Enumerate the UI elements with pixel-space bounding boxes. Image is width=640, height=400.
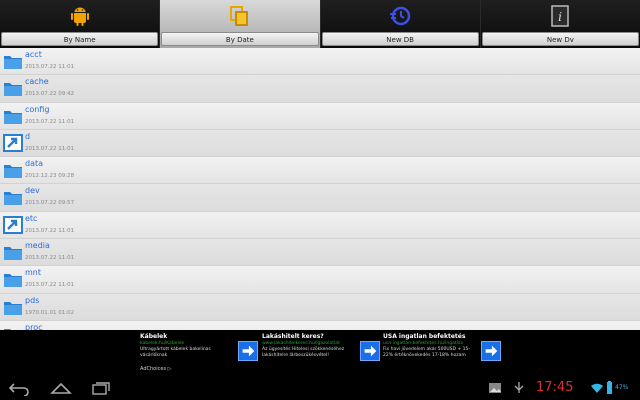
tab-label: New Dv [481,32,639,46]
folder-icon [4,274,22,288]
link-icon [3,215,23,234]
folder-icon [4,56,22,69]
file-row[interactable]: mnt 2013.07.22 11:01 [0,266,640,294]
file-row[interactable]: pds 1970.01.01 01:02 [0,293,640,321]
tab-label: By Name [1,32,159,46]
ad-description: Ultragyártott kábelek bakelinas vásárlók… [140,347,211,358]
file-date: 2013.07.22 11:01 [25,145,75,152]
file-date: 2013.07.22 09:57 [25,200,75,207]
ad-item[interactable]: Lakáshitelt keres? www.lakashitelkeres.h… [262,333,380,371]
usb-icon [514,382,524,393]
info-icon: i [551,5,570,27]
file-date: 2012.12.23 09:28 [25,173,75,180]
link-icon [3,133,23,152]
file-date: 2013.07.22 11:01 [25,255,75,262]
battery-percent: 47% [615,384,629,391]
adchoices-link[interactable]: AdChoices ▷ [140,366,171,372]
file-list: acct 2013.07.22 11:01 cache 2013.07.22 09:4… [0,48,640,330]
ad-item[interactable]: USA ingatlan befektetés usa-ingatlan-bef… [383,333,501,371]
ad-url: www.lakashitelkeres.hu/lgazolatlat [262,341,340,346]
ad-title: Kábelek [140,333,168,340]
back-icon[interactable] [8,380,30,396]
sort-tab-bar: By Name By Date New DB i New Dv [0,0,640,48]
tab-new-db[interactable]: New DB [320,0,481,48]
android-icon [70,7,89,26]
tab-new-dv[interactable]: i New Dv [480,0,640,48]
folder-icon [4,192,22,206]
tab-by-name[interactable]: By Name [0,0,161,48]
ad-title: USA ingatlan befektetés [383,333,466,340]
file-name: dev [25,186,40,196]
file-row[interactable]: dev 2013.07.22 09:57 [0,184,640,212]
file-row[interactable]: config 2013.07.22 11:01 [0,102,640,130]
folder-icon [4,247,22,261]
file-row[interactable]: cache 2013.07.22 09:42 [0,75,640,103]
history-icon [390,6,411,26]
file-name: acct [25,50,42,59]
file-date: 2013.07.22 11:01 [25,64,75,70]
wifi-icon [591,383,603,393]
recent-apps-icon[interactable] [90,380,112,396]
file-name: data [25,159,44,169]
battery-icon [607,381,612,394]
ad-title: Lakáshitelt keres? [262,333,324,340]
tab-label: By Date [161,32,319,46]
file-row[interactable]: proc [0,320,640,330]
tab-label: New DB [321,32,479,46]
arrow-right-icon[interactable] [481,341,501,361]
file-row[interactable]: data 2012.12.23 09:28 [0,157,640,185]
ad-description: Fix havi jövedelem akár 500USD + 15-22% … [383,347,470,358]
file-name: config [25,104,50,114]
file-date: 2013.07.22 09:42 [25,91,75,98]
file-name: cache [25,77,49,87]
file-name: etc [25,213,38,223]
system-bar: 17:45 47% [0,376,640,400]
folder-icon [4,83,22,97]
copy-icon [229,6,248,26]
arrow-right-icon[interactable] [238,341,258,361]
file-row[interactable]: d 2013.07.22 11:01 [0,129,640,158]
file-row[interactable]: media 2013.07.22 11:01 [0,239,640,267]
status-clock: 17:45 [536,380,574,395]
ad-banner: Kábelek kabelek.hu/Kabelek Ultragyártott… [0,330,640,376]
file-date: 2013.07.22 11:01 [25,118,75,125]
file-date: 2013.07.22 11:01 [25,282,75,289]
ad-description: Az ügyesítés Hitelesi szökkenéséhez laká… [262,347,345,358]
file-name: pds [25,295,40,305]
folder-icon [4,165,22,179]
tab-by-date[interactable]: By Date [160,0,321,48]
home-icon[interactable] [50,380,72,396]
gallery-icon [489,383,501,393]
file-name: mnt [25,268,41,278]
arrow-right-icon[interactable] [360,341,380,361]
file-date: 1970.01.01 01:02 [25,309,75,316]
svg-text:i: i [558,10,562,24]
file-date: 2013.07.22 11:01 [25,227,75,234]
folder-icon [4,110,22,124]
ad-url: usa-ingatlan-befektetes.hu/ingatlan [383,341,464,346]
file-row[interactable]: acct 2013.07.22 11:01 [0,48,640,76]
file-name: media [25,241,50,251]
file-name: d [25,131,31,141]
file-name: proc [25,322,43,330]
file-row[interactable]: etc 2013.07.22 11:01 [0,211,640,240]
ad-url: kabelek.hu/Kabelek [140,341,185,346]
folder-icon [4,301,22,315]
